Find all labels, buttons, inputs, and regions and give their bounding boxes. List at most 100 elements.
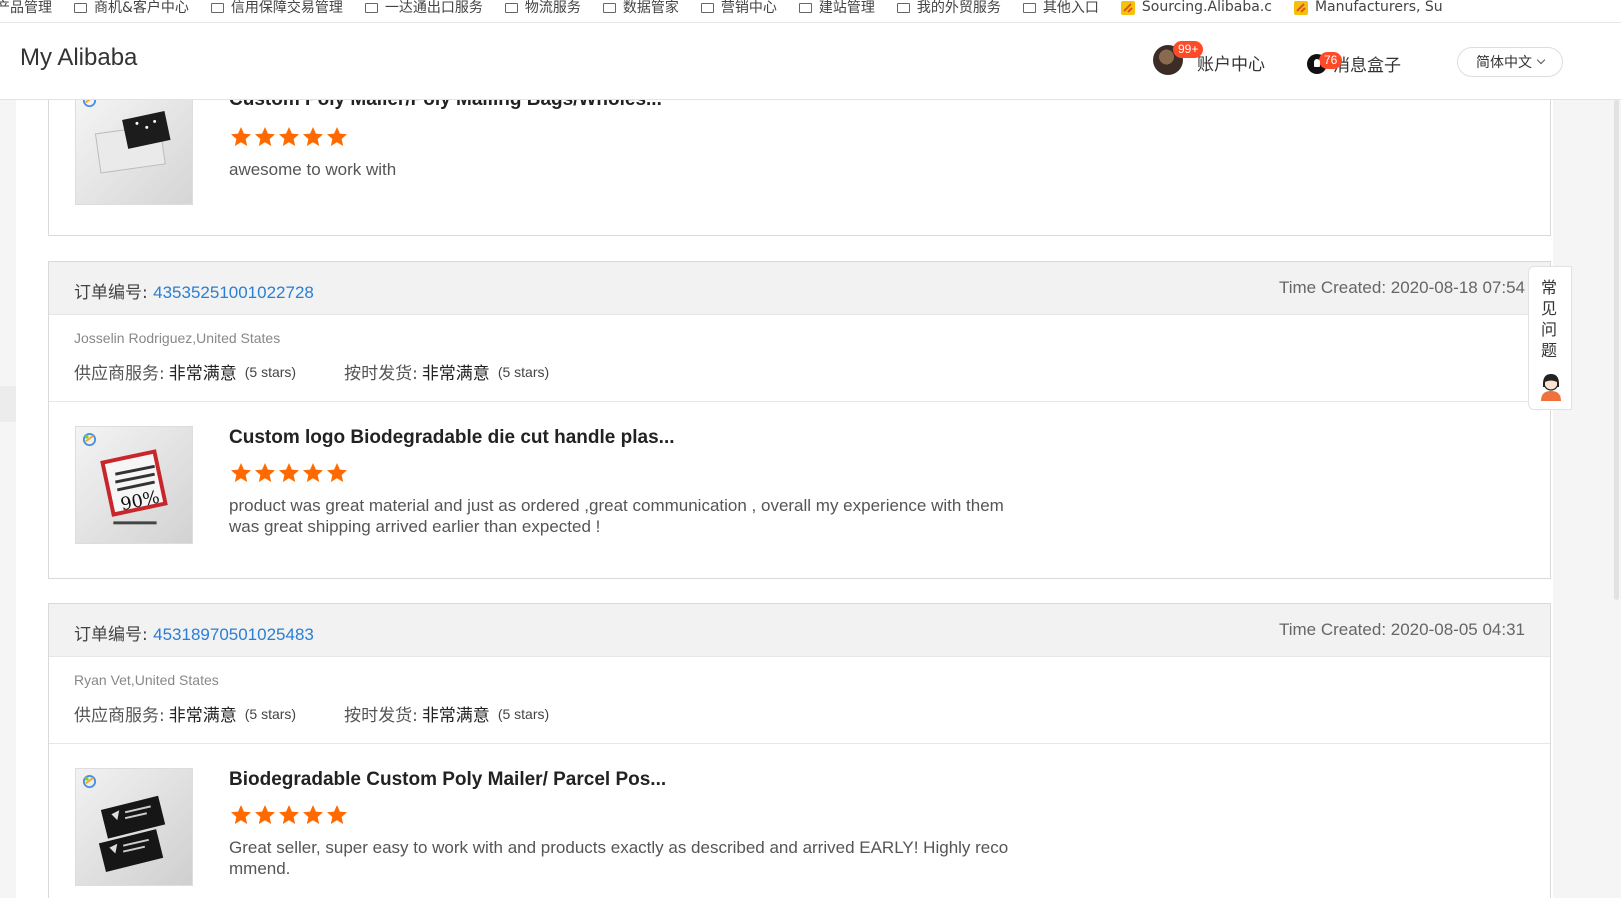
order-header: 订单编号: 45318970501025483 Time Created: 20…: [49, 604, 1550, 657]
bookmark-label: 建站管理: [818, 0, 875, 16]
bookmark-label: 其他入口: [1042, 0, 1099, 16]
star-icon: [231, 127, 251, 146]
folder-icon: [74, 3, 87, 13]
bookmark-logistics[interactable]: 物流服务: [504, 0, 581, 22]
product-thumbnail[interactable]: [75, 768, 193, 886]
star-icon: [231, 805, 251, 824]
product-thumbnail[interactable]: [75, 100, 193, 205]
star-icon: [327, 805, 347, 824]
product-thumbnail[interactable]: 90%: [75, 426, 193, 544]
bell-icon: 76: [1307, 51, 1343, 74]
on-time-delivery-stars: (5 stars): [497, 363, 550, 380]
star-icon: [279, 127, 299, 146]
time-created: Time Created: 2020-08-05 04:31: [1278, 620, 1525, 639]
bookmark-data-manager[interactable]: 数据管家: [602, 0, 679, 22]
product-tag-icon: [82, 774, 97, 789]
rating-stars: [229, 461, 349, 485]
bookmark-label: 营销中心: [720, 0, 777, 16]
page-header: My Alibaba 99+ 账户中心 76 消息盒子 简体中文: [0, 23, 1621, 100]
star-icon: [255, 127, 275, 146]
star-icon: [303, 463, 323, 482]
language-selector[interactable]: 简体中文: [1457, 47, 1563, 77]
rating-stars: [229, 125, 349, 149]
bookmark-sourcing[interactable]: Sourcing.Alibaba.c: [1120, 0, 1272, 22]
bookmark-marketing[interactable]: 营销中心: [700, 0, 777, 22]
on-time-delivery-label: 按时发货:: [344, 364, 418, 384]
brand-title[interactable]: My Alibaba: [20, 44, 137, 72]
buyer-name: Ryan Vet,United States: [74, 672, 219, 688]
review-text: product was great material and just as o…: [229, 496, 1004, 536]
supplier-service-label: 供应商服务:: [74, 706, 165, 726]
bookmark-label: 物流服务: [524, 0, 581, 16]
message-box-label: 消息盒子: [1333, 56, 1401, 76]
service-ratings: 供应商服务: 非常满意 (5 stars) 按时发货: 非常满意 (5 star…: [74, 359, 550, 385]
bookmark-label: 数据管家: [622, 0, 679, 16]
supplier-service-value: 非常满意: [168, 364, 237, 384]
buyer-feedback-row: Ryan Vet,United States 供应商服务: 非常满意 (5 st…: [49, 657, 1550, 744]
order-header: 订单编号: 43535251001022728 Time Created: 20…: [49, 262, 1550, 315]
folder-icon: [504, 3, 518, 13]
review-card: Custom Poly Mailer/Poly Mailing Bags/Who…: [48, 100, 1551, 236]
message-box-link[interactable]: 76 消息盒子: [1307, 45, 1401, 76]
faq-widget[interactable]: 常见问题: [1528, 266, 1572, 410]
bookmark-label: 我的外贸服务: [916, 0, 1001, 16]
bookmark-opportunity-center[interactable]: 商机&客户中心: [74, 0, 189, 22]
folder-icon: [1022, 3, 1036, 13]
customer-service-icon: [1541, 374, 1561, 401]
product-tag-icon: [82, 100, 97, 108]
scrollbar-thumb[interactable]: [1614, 100, 1619, 600]
star-icon: [303, 127, 323, 146]
bookmark-label: Sourcing.Alibaba.c: [1141, 0, 1272, 15]
on-time-delivery-stars: (5 stars): [497, 705, 550, 722]
product-title[interactable]: Biodegradable Custom Poly Mailer/ Parcel…: [229, 769, 666, 791]
language-label: 简体中文: [1476, 55, 1532, 71]
order-number-link[interactable]: 45318970501025483: [153, 625, 314, 644]
folder-icon: [700, 3, 714, 13]
order-number-label: 订单编号:: [74, 283, 148, 303]
star-icon: [231, 463, 251, 482]
star-icon: [327, 127, 347, 146]
supplier-service-value: 非常满意: [168, 706, 237, 726]
bookmark-other[interactable]: 其他入口: [1022, 0, 1099, 22]
on-time-delivery-value: 非常满意: [421, 364, 490, 384]
product-title[interactable]: Custom Poly Mailer/Poly Mailing Bags/Who…: [229, 100, 662, 111]
star-icon: [255, 805, 275, 824]
review-text: Great seller, super easy to work with an…: [229, 838, 1009, 878]
alibaba-favicon-icon: [1293, 1, 1308, 15]
supplier-service-label: 供应商服务:: [74, 364, 165, 384]
avatar[interactable]: 99+: [1153, 41, 1204, 75]
bookmark-site-mgmt[interactable]: 建站管理: [798, 0, 875, 22]
product-image: [94, 110, 171, 174]
star-icon: [303, 805, 323, 824]
message-badge: 76: [1319, 51, 1343, 69]
order-number-link[interactable]: 43535251001022728: [153, 283, 314, 302]
bookmark-trade-services[interactable]: 我的外贸服务: [896, 0, 1001, 22]
reviews-list: Custom Poly Mailer/Poly Mailing Bags/Who…: [16, 100, 1553, 898]
supplier-service-stars: (5 stars): [244, 705, 297, 722]
bookmark-label: 信用保障交易管理: [230, 0, 343, 16]
product-title[interactable]: Custom logo Biodegradable die cut handle…: [229, 427, 675, 449]
on-time-delivery-value: 非常满意: [421, 706, 490, 726]
account-center-link[interactable]: 99+ 账户中心: [1153, 41, 1265, 75]
folder-icon: [602, 3, 616, 13]
star-icon: [327, 463, 347, 482]
star-icon: [279, 805, 299, 824]
right-gutter: [1553, 100, 1621, 898]
bookmark-manufacturers[interactable]: Manufacturers, Su: [1293, 0, 1443, 22]
order-number: 订单编号: 45318970501025483: [74, 620, 314, 645]
chevron-down-icon: [1536, 55, 1546, 65]
buyer-name: Josselin Rodriguez,United States: [74, 330, 281, 346]
rating-stars: [229, 803, 349, 827]
order-number-label: 订单编号:: [74, 625, 148, 645]
folder-icon: [364, 3, 378, 13]
left-sidebar-tab[interactable]: [0, 386, 16, 422]
review-card: 订单编号: 45318970501025483 Time Created: 20…: [48, 603, 1551, 898]
bookmark-export-service[interactable]: 一达通出口服务: [364, 0, 483, 22]
review-text: awesome to work with: [229, 160, 397, 179]
account-center-label: 账户中心: [1197, 54, 1265, 75]
folder-icon: [896, 3, 910, 13]
bookmark-label: 商机&客户中心: [94, 0, 189, 16]
bookmark-trade-assurance[interactable]: 信用保障交易管理: [210, 0, 343, 22]
bookmark-label: Manufacturers, Su: [1314, 0, 1443, 15]
bookmark-product-mgmt[interactable]: 产品管理: [0, 0, 52, 22]
